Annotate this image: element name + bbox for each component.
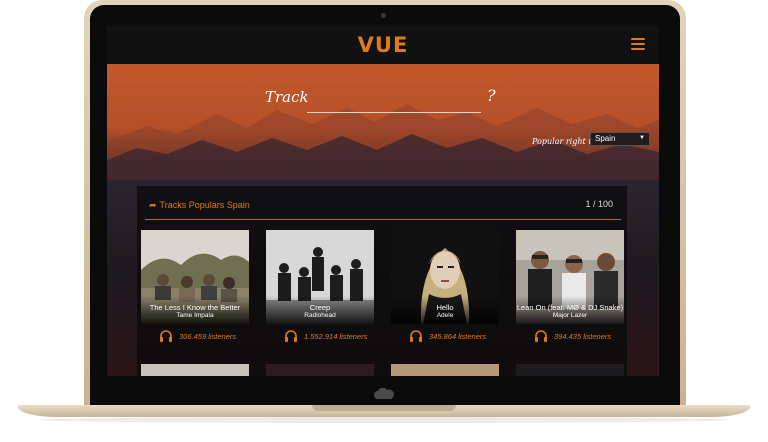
app-logo[interactable]: VUE [107, 33, 659, 57]
search-hero: Track ? Popular right now Spain ▼ [107, 64, 659, 180]
app-screen: VUE Track ? Popular right now Spain ▼ ➦ T… [107, 26, 659, 376]
divider [145, 219, 621, 220]
chevron-down-icon: ▼ [639, 135, 645, 141]
mountain-silhouette [107, 104, 659, 180]
album-image-partial[interactable] [516, 364, 624, 376]
listener-count: 394.435 listeners [554, 332, 612, 341]
track-card[interactable]: Creep Radiohead 1.552.914 listeners [266, 230, 374, 348]
country-select[interactable]: Spain ▼ [590, 132, 650, 146]
camera-icon [381, 13, 386, 18]
hamburger-icon[interactable] [631, 38, 645, 51]
listener-stats: 306.459 listeners [141, 326, 249, 346]
cloud-icon [374, 388, 394, 399]
track-search-input[interactable] [307, 92, 481, 113]
track-artist: Radiohead [304, 312, 336, 319]
headphones-icon [535, 330, 547, 342]
track-artist: Tame Impala [176, 312, 214, 319]
album-image-partial[interactable] [141, 364, 249, 376]
track-title: Lean On (feat. MØ & DJ Snake) [516, 303, 624, 312]
panel-heading: ➦ Tracks Populars Spain [149, 200, 250, 211]
search-question-mark: ? [487, 86, 496, 105]
laptop-notch [312, 405, 456, 411]
headphones-icon [410, 330, 422, 342]
listener-count: 1.552.914 listeners [304, 332, 368, 341]
panel-title: Tracks Populars Spain [159, 200, 250, 210]
country-select-value: Spain [595, 134, 616, 143]
album-image-partial[interactable] [391, 364, 499, 376]
listener-stats: 345.864 listeners [391, 326, 499, 346]
track-title: The Less I Know the Better [149, 303, 241, 312]
top-bar: VUE [107, 26, 659, 64]
track-artist: Major Lazer [552, 312, 588, 319]
track-title: Hello [436, 303, 454, 312]
album-image-partial[interactable] [266, 364, 374, 376]
laptop-shadow [40, 417, 728, 423]
listener-count: 345.864 listeners [429, 332, 487, 341]
track-title: Creep [309, 303, 331, 312]
headphones-icon [160, 330, 172, 342]
headphones-icon [285, 330, 297, 342]
track-card[interactable]: The Less I Know the Better Tame Impala 3… [141, 230, 249, 348]
track-card[interactable]: Hello Adele 345.864 listeners [391, 230, 499, 348]
listener-stats: 1.552.914 listeners [266, 326, 374, 346]
track-card[interactable]: Lean On (feat. MØ & DJ Snake) Major Laze… [516, 230, 624, 348]
listener-count: 306.459 listeners [179, 332, 237, 341]
tracks-panel: ➦ Tracks Populars Spain 1 / 100 The Less … [137, 186, 627, 376]
search-label: Track [265, 88, 309, 106]
page-indicator: 1 / 100 [585, 199, 613, 209]
share-arrow-icon: ➦ [149, 200, 157, 210]
track-artist: Adele [436, 312, 454, 319]
listener-stats: 394.435 listeners [516, 326, 624, 346]
